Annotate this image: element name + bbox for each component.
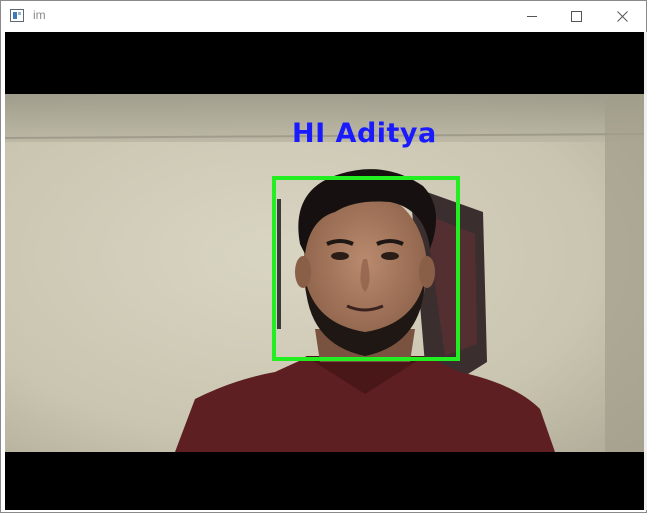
window-title: im bbox=[33, 8, 46, 22]
title-bar[interactable]: im bbox=[1, 1, 646, 32]
greeting-label: HI Aditya bbox=[292, 118, 437, 149]
maximize-button[interactable] bbox=[554, 1, 600, 32]
face-detection-box bbox=[272, 176, 460, 361]
minimize-button[interactable] bbox=[509, 1, 555, 32]
webcam-frame: HI Aditya bbox=[5, 94, 644, 452]
close-button[interactable] bbox=[600, 1, 646, 32]
app-window-icon bbox=[10, 9, 24, 22]
image-viewport: HI Aditya bbox=[5, 32, 644, 510]
close-icon bbox=[617, 11, 628, 22]
maximize-icon bbox=[571, 11, 582, 22]
minimize-icon bbox=[527, 16, 537, 17]
image-window: im HI Aditya bbox=[0, 0, 647, 513]
